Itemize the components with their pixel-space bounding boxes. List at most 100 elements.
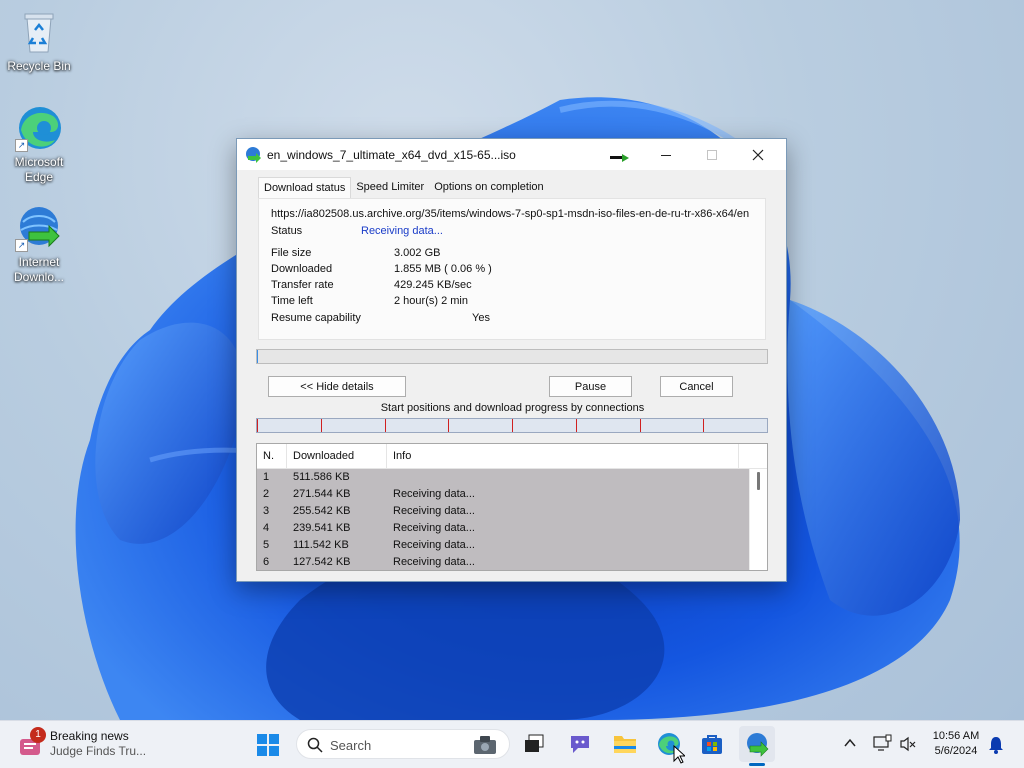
cell-n: 5 — [263, 539, 270, 551]
table-scrollbar[interactable] — [749, 469, 767, 570]
cell-downloaded: 255.542 KB — [293, 505, 351, 517]
status-label: Status — [271, 225, 303, 237]
connection-start-marker — [639, 419, 641, 432]
connection-start-marker — [703, 419, 705, 432]
download-url: https://ia802508.us.archive.org/35/items… — [271, 208, 750, 220]
search-highlight-icon — [474, 736, 496, 754]
task-view-icon — [525, 734, 544, 752]
connection-start-marker — [257, 419, 258, 432]
desktop-icon-recycle-bin[interactable]: Recycle Bin — [1, 8, 77, 74]
network-icon[interactable] — [872, 734, 892, 752]
recycle-bin-icon — [15, 8, 63, 56]
table-row[interactable]: 4 239.541 KB Receiving data... — [257, 520, 749, 537]
desktop-icon-label: Recycle Bin — [7, 59, 71, 73]
table-row[interactable]: 2 271.544 KB Receiving data... — [257, 486, 749, 503]
connection-start-marker — [575, 419, 577, 432]
taskbar-search[interactable]: Search — [296, 729, 510, 759]
active-app-indicator — [749, 763, 765, 766]
time-left-value: 2 hour(s) 2 min — [394, 295, 468, 307]
notification-bell-icon[interactable] — [988, 736, 1004, 754]
table-header: N. Downloaded Info — [257, 444, 767, 469]
store-button[interactable] — [694, 726, 730, 762]
cell-downloaded: 511.586 KB — [293, 471, 350, 483]
idm-icon: ↗ — [15, 204, 63, 252]
edge-icon: ↗ — [15, 104, 63, 152]
column-header-downloaded[interactable]: Downloaded — [287, 444, 387, 469]
start-icon — [257, 734, 279, 756]
desktop-icon-label: Microsoft Edge — [14, 155, 64, 184]
transfer-rate-label: Transfer rate — [271, 279, 334, 291]
file-explorer-icon — [614, 736, 636, 753]
table-row[interactable]: 3 255.542 KB Receiving data... — [257, 503, 749, 520]
table-body: 1 511.586 KB 2 271.544 KB Receiving data… — [257, 469, 749, 570]
download-dialog: en_windows_7_ultimate_x64_dvd_x15-65...i… — [236, 138, 787, 582]
search-placeholder: Search — [330, 738, 372, 753]
connection-start-marker — [320, 419, 322, 432]
window-title: en_windows_7_ultimate_x64_dvd_x15-65...i… — [267, 147, 516, 162]
minimize-icon — [661, 154, 671, 156]
cell-n: 1 — [263, 471, 270, 483]
cell-info: Receiving data... — [393, 556, 475, 568]
idm-taskbar-button[interactable] — [739, 726, 775, 762]
news-subtitle: Judge Finds Tru... — [50, 744, 147, 758]
time-left-label: Time left — [271, 295, 313, 307]
notification-badge: 1 — [30, 727, 46, 743]
hide-details-button[interactable]: << Hide details — [268, 376, 406, 397]
maximize-button[interactable] — [689, 139, 735, 170]
start-button[interactable] — [250, 727, 286, 763]
clock-time: 10:56 AM — [932, 730, 980, 742]
minimize-button[interactable] — [643, 139, 689, 170]
table-row[interactable]: 6 127.542 KB Receiving data... — [257, 554, 749, 570]
resume-capability-label: Resume capability — [271, 312, 361, 324]
close-button[interactable] — [735, 139, 781, 170]
tab-speed-limiter[interactable]: Speed Limiter — [351, 177, 429, 199]
tab-download-status[interactable]: Download status — [258, 177, 352, 200]
cell-info: Receiving data... — [393, 522, 475, 534]
desktop-icon-label: Internet Downlo... — [13, 255, 65, 284]
progress-arrow-icon — [610, 154, 629, 162]
desktop-icon-edge[interactable]: ↗ Microsoft Edge — [1, 104, 77, 185]
pause-button[interactable]: Pause — [549, 376, 632, 397]
cell-info — [387, 469, 393, 486]
file-explorer-button[interactable] — [607, 726, 643, 762]
search-icon — [307, 737, 323, 753]
teams-chat-button[interactable] — [562, 726, 598, 762]
resume-capability-value: Yes — [472, 312, 490, 324]
status-value: Receiving data... — [361, 225, 443, 237]
cell-downloaded: 239.541 KB — [293, 522, 351, 534]
maximize-icon — [707, 149, 717, 160]
connection-start-marker — [448, 419, 450, 432]
title-bar[interactable]: en_windows_7_ultimate_x64_dvd_x15-65...i… — [237, 139, 786, 170]
tab-options-on-completion[interactable]: Options on completion — [429, 177, 548, 199]
column-header-n[interactable]: N. — [257, 444, 287, 469]
cell-info: Receiving data... — [393, 505, 475, 517]
cell-n: 3 — [263, 505, 270, 517]
table-row[interactable]: 5 111.542 KB Receiving data... — [257, 537, 749, 554]
cell-downloaded: 271.544 KB — [293, 488, 351, 500]
scrollbar-thumb[interactable] — [757, 472, 760, 490]
download-progress-bar — [256, 349, 768, 364]
taskbar: 1 Breaking news Judge Finds Tru... — [0, 720, 1024, 768]
file-size-value: 3.002 GB — [394, 247, 441, 259]
table-row[interactable]: 1 511.586 KB — [257, 469, 749, 486]
news-widget[interactable]: 1 Breaking news Judge Finds Tru... — [18, 727, 147, 759]
cell-info: Receiving data... — [393, 539, 475, 551]
file-size-label: File size — [271, 247, 312, 259]
teams-chat-icon — [571, 736, 589, 753]
column-header-info[interactable]: Info — [387, 444, 739, 469]
connections-table[interactable]: N. Downloaded Info 1 511.586 KB 2 271.54… — [256, 443, 768, 571]
transfer-rate-value: 429.245 KB/sec — [394, 279, 472, 291]
clock[interactable]: 10:56 AM 5/6/2024 — [926, 729, 986, 759]
desktop-icon-idm[interactable]: ↗ Internet Downlo... — [1, 204, 77, 285]
chevron-up-icon[interactable] — [843, 737, 857, 749]
cell-info: Receiving data... — [393, 488, 475, 500]
cancel-button[interactable]: Cancel — [660, 376, 733, 397]
downloaded-label: Downloaded — [271, 263, 333, 275]
cell-downloaded: 111.542 KB — [293, 539, 349, 551]
volume-muted-icon[interactable] — [899, 736, 917, 752]
news-icon: 1 — [18, 727, 46, 759]
shortcut-arrow-icon: ↗ — [15, 139, 28, 152]
cell-n: 6 — [263, 556, 270, 568]
connection-start-marker — [384, 419, 386, 432]
task-view-button[interactable] — [516, 726, 552, 762]
